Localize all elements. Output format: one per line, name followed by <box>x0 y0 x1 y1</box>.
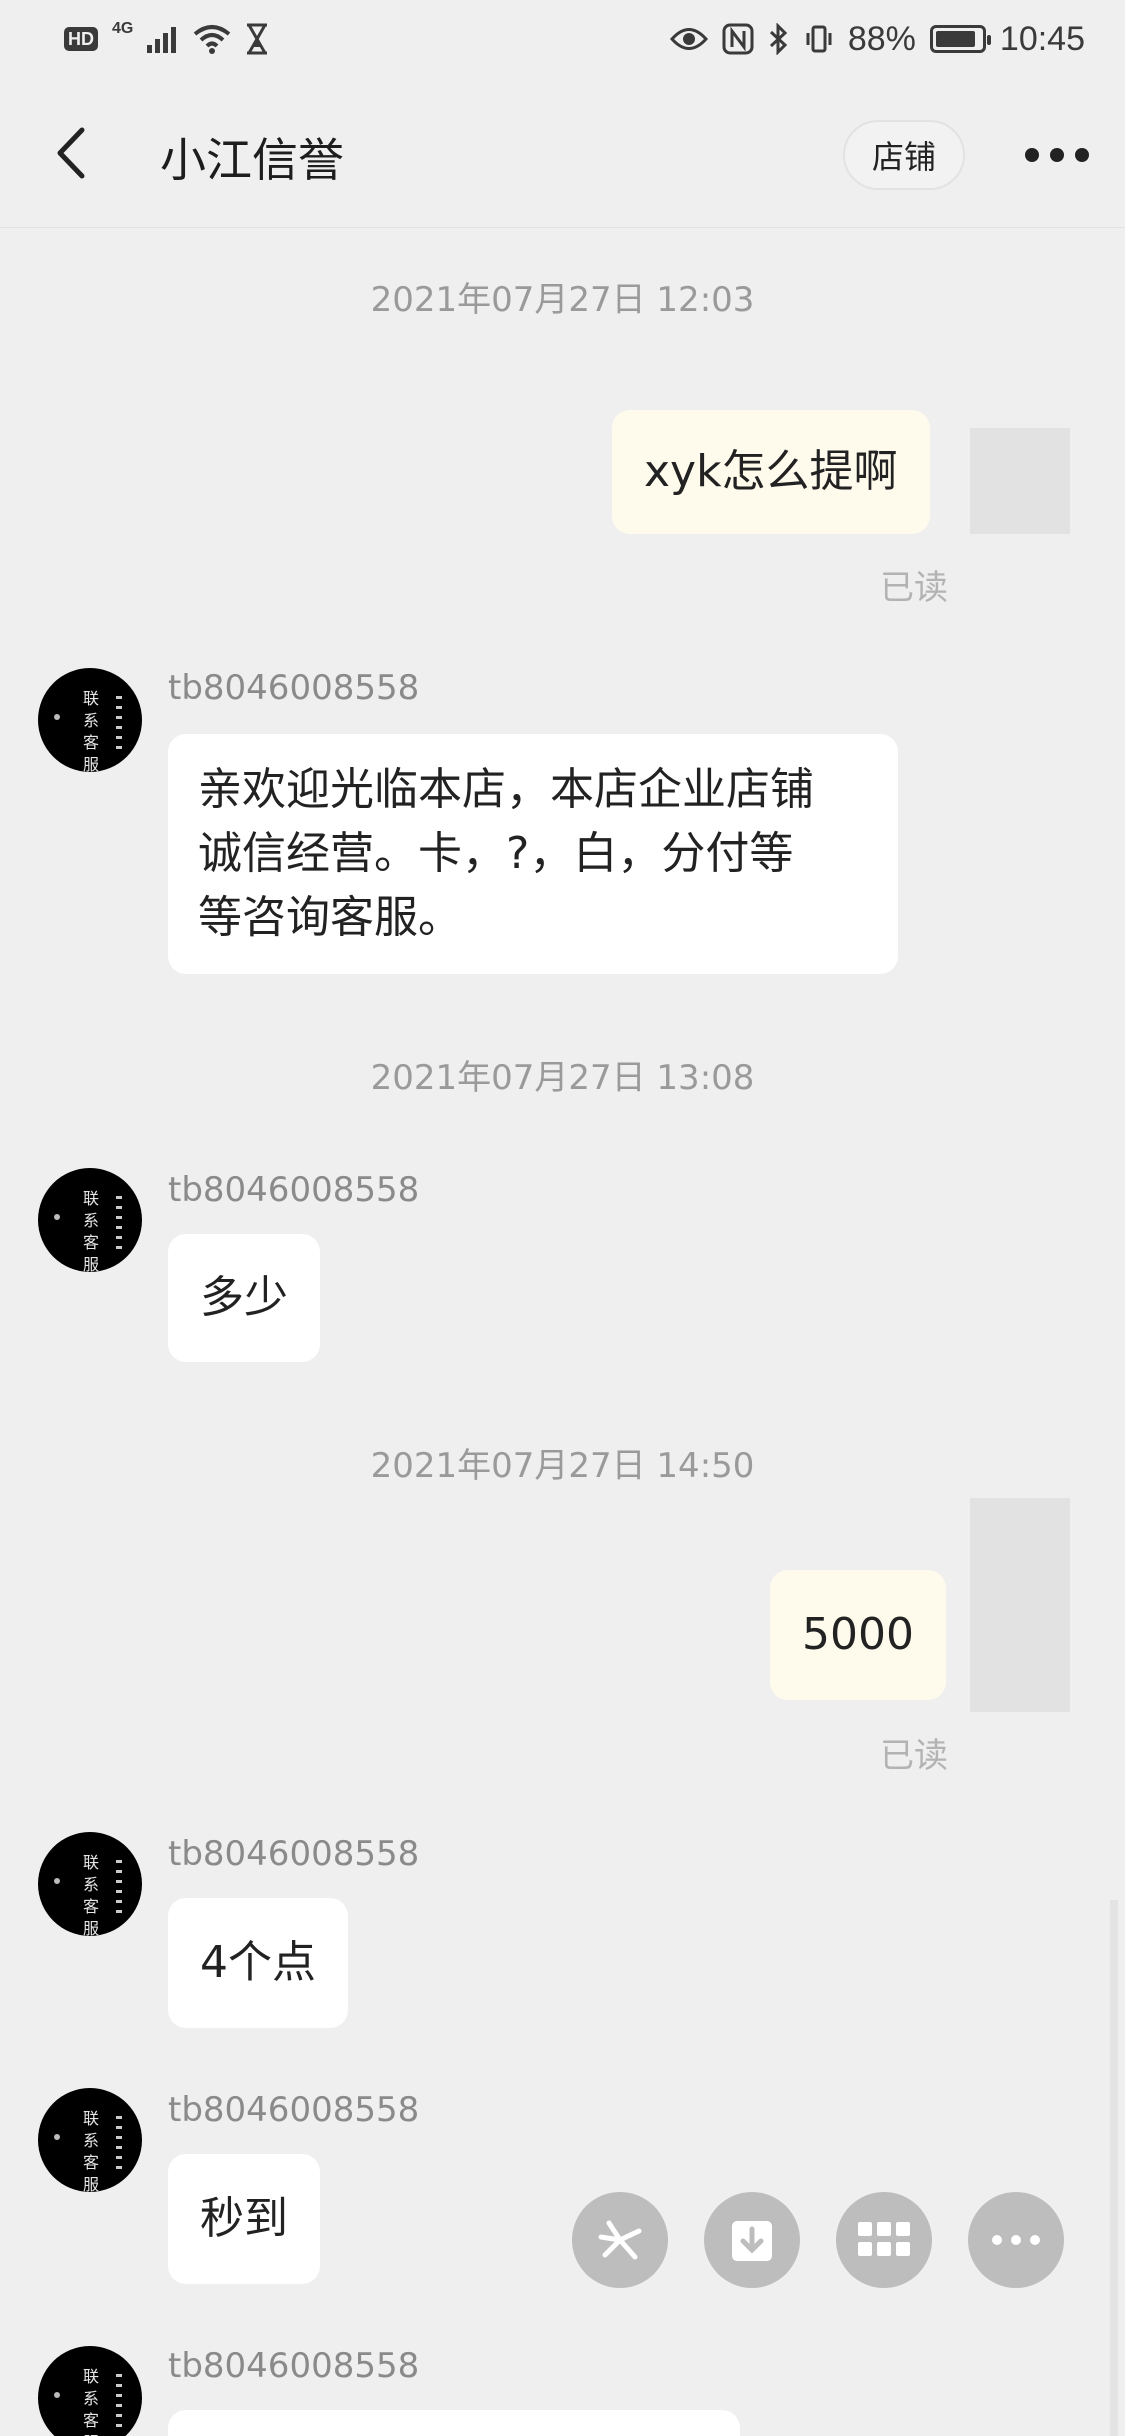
other-message-bubble[interactable]: 亲欢迎光临本店，本店企业店铺 诚信经营。卡，?，白，分付等 等咨询客服。 <box>168 734 898 974</box>
ellipsis-icon <box>992 2235 1040 2245</box>
scrollbar[interactable] <box>1110 1900 1118 2436</box>
network-label: 4G <box>112 20 134 37</box>
battery-fill <box>935 31 975 47</box>
message-text: 多少 <box>200 1272 288 1323</box>
sender-name: tb8046008558 <box>168 2090 420 2130</box>
sender-name: tb8046008558 <box>168 668 420 708</box>
message-text: xyk怎么提啊 <box>644 446 898 497</box>
avatar-decoration <box>54 714 60 720</box>
grid-icon <box>858 2222 910 2256</box>
timestamp: 2021年07月27日 12:03 <box>370 280 755 320</box>
avatar-decoration <box>116 2374 122 2430</box>
self-message-bubble[interactable]: xyk怎么提啊 <box>612 410 930 534</box>
avatar-decoration <box>54 1878 60 1884</box>
message-text: 秒到 <box>200 2193 288 2244</box>
message-line: 亲欢迎光临本店，本店企业店铺 <box>198 764 814 815</box>
battery-icon <box>929 25 991 53</box>
status-left: HD 4G <box>64 20 269 55</box>
other-message-bubble[interactable]: 多少 <box>168 1234 320 1362</box>
avatar-text: 联系客服 <box>82 2109 99 2192</box>
avatar-text: 联系客服 <box>82 689 99 772</box>
download-button[interactable] <box>704 2192 800 2288</box>
avatar-decoration <box>54 2392 60 2398</box>
read-status: 已读 <box>880 1736 948 1776</box>
timestamp: 2021年07月27日 14:50 <box>370 1446 755 1486</box>
self-message-bubble[interactable]: 5000 <box>770 1570 946 1700</box>
page-title: 小江信誉 <box>160 133 344 187</box>
avatar-text: 联系客服 <box>82 1853 99 1936</box>
more-dots-icon <box>1025 148 1039 162</box>
avatar-decoration <box>116 696 122 752</box>
chevron-left-icon <box>57 127 85 179</box>
avatar-text: 联系客服 <box>82 2367 99 2436</box>
avatar-decoration <box>116 2116 122 2172</box>
signal-icon <box>147 27 177 53</box>
more-actions-button[interactable] <box>968 2192 1064 2288</box>
pinwheel-icon <box>598 2220 642 2260</box>
nfc-icon <box>722 23 754 55</box>
vibrate-icon <box>806 25 832 53</box>
download-icon <box>732 2221 772 2261</box>
avatar[interactable]: 联系客服 <box>38 2088 142 2192</box>
sender-name: tb8046008558 <box>168 1834 420 1874</box>
avatar[interactable]: 联系客服 <box>38 1168 142 1272</box>
other-message-bubble[interactable]: 秒到 <box>168 2154 320 2284</box>
wifi-icon <box>194 25 231 54</box>
status-bar: HD 4G 88% 10:45 <box>0 0 1125 78</box>
pinwheel-button[interactable] <box>572 2192 668 2288</box>
shop-button[interactable]: 店铺 <box>843 120 965 190</box>
more-button[interactable] <box>1025 140 1089 170</box>
back-button[interactable] <box>52 126 102 180</box>
battery-percent: 88% <box>847 19 916 58</box>
self-avatar[interactable] <box>970 428 1070 534</box>
avatar-decoration <box>54 1214 60 1220</box>
avatar-decoration <box>54 2134 60 2140</box>
message-text: 5000 <box>802 1609 914 1660</box>
message-line: 等咨询客服。 <box>198 892 462 943</box>
other-message-bubble[interactable] <box>168 2410 740 2436</box>
read-status: 已读 <box>880 568 948 608</box>
avatar[interactable]: 联系客服 <box>38 2346 142 2436</box>
more-dots-icon <box>1075 148 1089 162</box>
sender-name: tb8046008558 <box>168 2346 420 2386</box>
avatar[interactable]: 联系客服 <box>38 1832 142 1936</box>
other-message-bubble[interactable]: 4个点 <box>168 1898 348 2028</box>
timestamp: 2021年07月27日 13:08 <box>370 1058 755 1098</box>
hourglass-icon <box>247 23 268 55</box>
message-line: 诚信经营。卡，?，白，分付等 <box>198 828 794 879</box>
chat-header: 小江信誉 店铺 <box>0 78 1125 228</box>
sender-name: tb8046008558 <box>168 1170 420 1210</box>
eye-icon <box>669 28 708 50</box>
message-text: 4个点 <box>200 1937 316 1988</box>
self-avatar[interactable] <box>970 1498 1070 1712</box>
bluetooth-icon <box>769 23 788 55</box>
clock: 10:45 <box>999 19 1085 58</box>
avatar[interactable]: 联系客服 <box>38 668 142 772</box>
avatar-text: 联系客服 <box>82 1189 99 1272</box>
hd-badge: HD <box>64 27 98 51</box>
avatar-decoration <box>116 1860 122 1916</box>
grid-button[interactable] <box>836 2192 932 2288</box>
more-dots-icon <box>1050 148 1064 162</box>
avatar-decoration <box>116 1196 122 1252</box>
status-right: 88% 10:45 <box>669 19 1085 59</box>
